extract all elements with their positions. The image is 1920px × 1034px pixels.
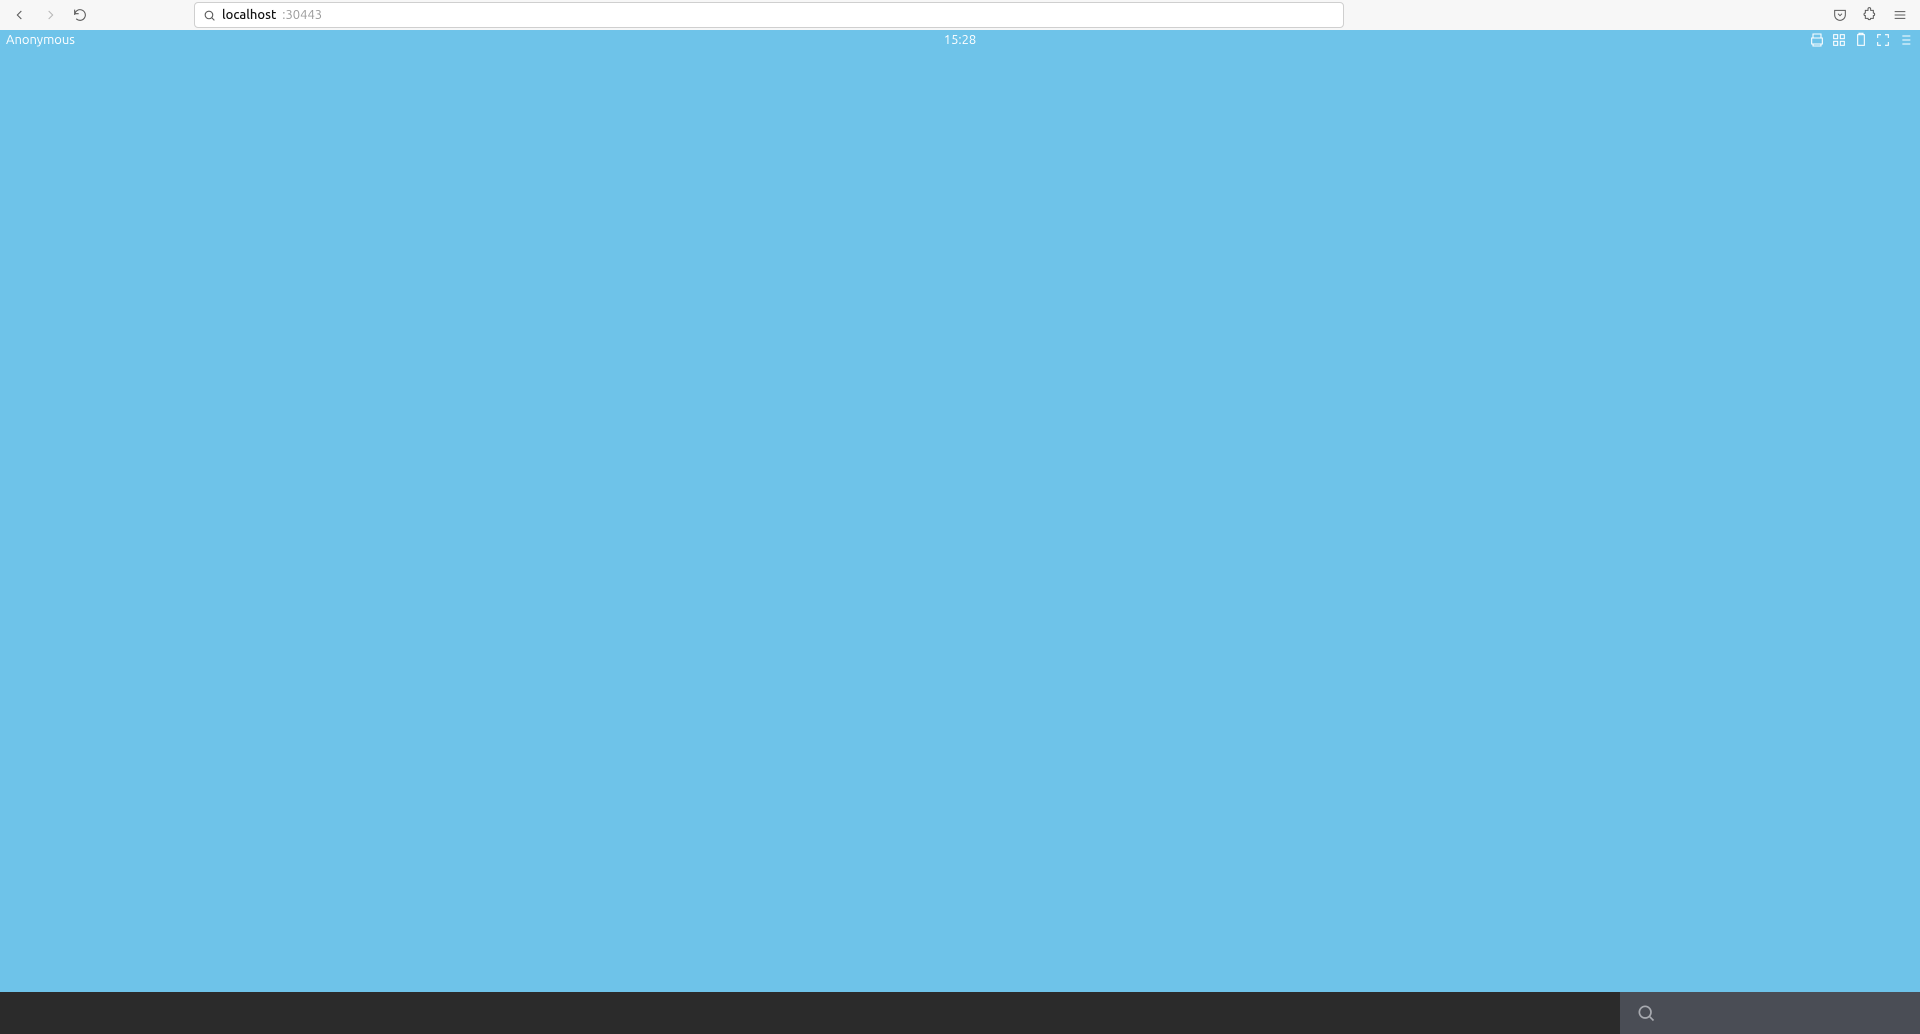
list-button[interactable] [1896,31,1914,49]
editor-canvas[interactable]: Anonymous 15:28 [0,30,1920,992]
fullscreen-button[interactable] [1874,31,1892,49]
search-icon [1636,1003,1656,1023]
print-icon [1809,32,1825,48]
arrow-left-icon [12,7,28,23]
clock-label: 15:28 [944,33,977,47]
url-host: localhost [222,8,276,22]
reload-button[interactable] [68,3,92,27]
extensions-button[interactable] [1858,3,1882,27]
puzzle-icon [1862,7,1878,23]
taskbar-empty-area[interactable] [0,992,1620,1034]
clipboard-icon [1853,32,1869,48]
clipboard-button[interactable] [1852,31,1870,49]
search-icon [203,9,216,22]
reload-icon [72,7,88,23]
pocket-icon [1832,7,1848,23]
os-taskbar [0,992,1920,1034]
grid-button[interactable] [1830,31,1848,49]
list-icon [1897,32,1913,48]
forward-button[interactable] [38,3,62,27]
grid-icon [1831,32,1847,48]
user-label: Anonymous [6,33,75,47]
browser-toolbar: localhost :30443 [0,0,1920,30]
app-menu-button[interactable] [1888,3,1912,27]
editor-topbar: Anonymous 15:28 [0,30,1920,50]
arrow-right-icon [42,7,58,23]
back-button[interactable] [8,3,32,27]
address-bar[interactable]: localhost :30443 [194,2,1344,28]
taskbar-search[interactable] [1620,992,1920,1034]
hamburger-icon [1892,7,1908,23]
print-button[interactable] [1808,31,1826,49]
url-port: :30443 [282,8,322,22]
fullscreen-icon [1875,32,1891,48]
pocket-button[interactable] [1828,3,1852,27]
